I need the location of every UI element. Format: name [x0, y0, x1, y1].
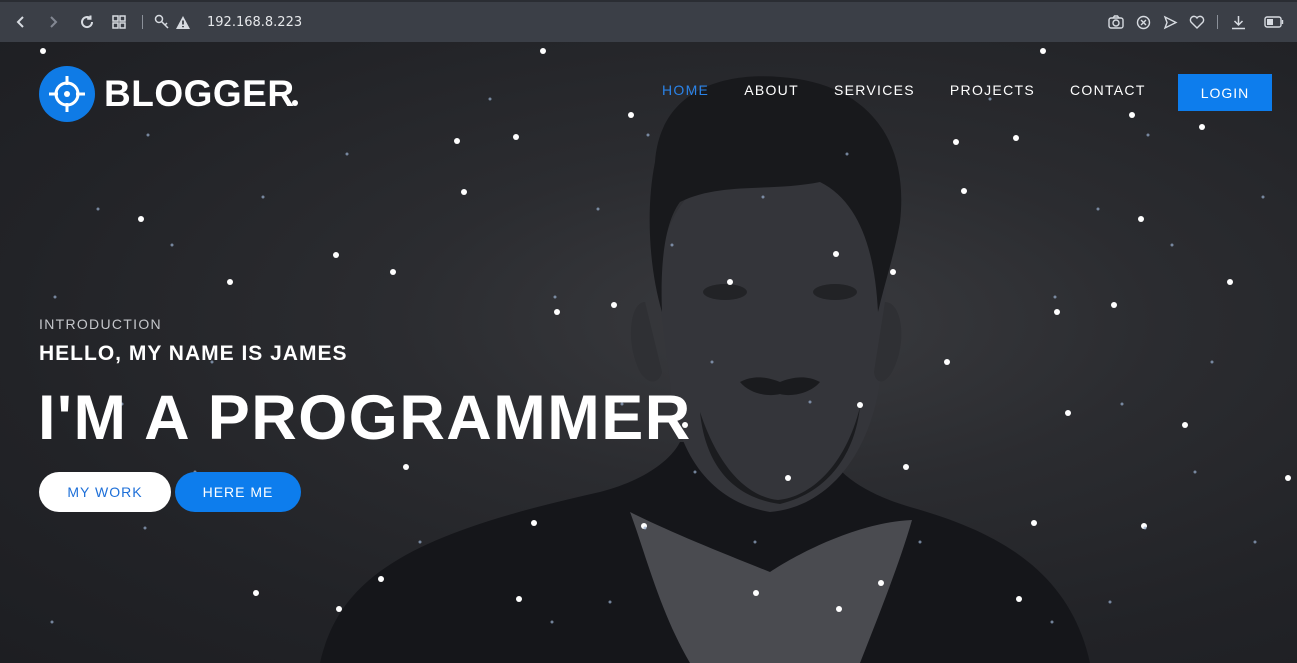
login-button[interactable]: LOGIN	[1178, 74, 1272, 111]
hero-eyebrow: INTRODUCTION	[39, 316, 162, 332]
browser-extras	[1106, 10, 1287, 34]
crosshair-icon	[39, 66, 95, 122]
nav-about[interactable]: ABOUT	[744, 82, 799, 98]
main-nav: HOME ABOUT SERVICES PROJECTS CONTACT	[662, 82, 1181, 98]
hero-section: BLOGGER HOME ABOUT SERVICES PROJECTS CON…	[0, 42, 1297, 663]
address-bar[interactable]: 192.168.8.223	[207, 15, 302, 30]
send-icon[interactable]	[1160, 10, 1180, 34]
nav-services[interactable]: SERVICES	[834, 82, 915, 98]
block-icon[interactable]	[1133, 10, 1153, 34]
hero-headline: I'M A PROGRAMMER	[38, 383, 692, 453]
browser-toolbar: 192.168.8.223	[0, 0, 1297, 42]
download-icon[interactable]	[1228, 10, 1248, 34]
hire-me-button[interactable]: HERE ME	[175, 472, 301, 512]
forward-icon[interactable]	[38, 7, 68, 37]
hero-greeting: HELLO, MY NAME IS JAMES	[39, 342, 348, 365]
nav-projects[interactable]: PROJECTS	[950, 82, 1035, 98]
brand-logo[interactable]: BLOGGER	[39, 66, 295, 122]
back-icon[interactable]	[6, 7, 36, 37]
toolbar-divider	[1217, 15, 1218, 29]
battery-icon	[1261, 10, 1287, 34]
reload-icon[interactable]	[72, 7, 102, 37]
nav-contact[interactable]: CONTACT	[1070, 82, 1146, 98]
heart-icon[interactable]	[1187, 10, 1207, 34]
apps-grid-icon[interactable]	[104, 7, 134, 37]
my-work-button[interactable]: MY WORK	[39, 472, 171, 512]
toolbar-divider	[142, 15, 143, 29]
brand-name: BLOGGER	[104, 73, 295, 114]
nav-home[interactable]: HOME	[662, 82, 709, 98]
warning-icon[interactable]	[173, 7, 193, 37]
hero-background-portrait	[320, 76, 1090, 663]
site-permissions-icon[interactable]	[151, 7, 173, 37]
camera-icon[interactable]	[1106, 10, 1126, 34]
